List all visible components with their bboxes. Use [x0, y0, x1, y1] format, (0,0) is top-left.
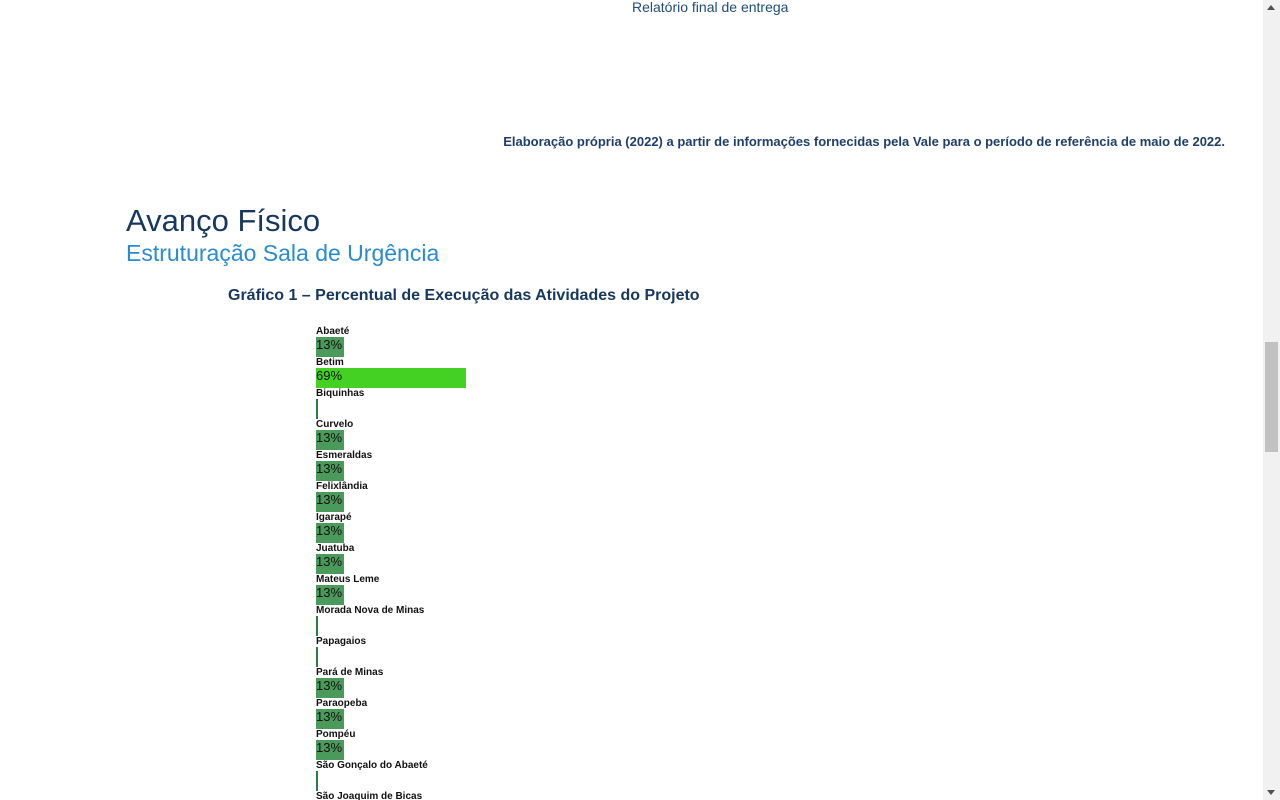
- chart-row: Felixlândia 13%: [316, 480, 716, 512]
- bar: [316, 616, 318, 636]
- report-page: Relatório final de entrega Elaboração pr…: [0, 0, 1280, 800]
- chart-row: Betim 69%: [316, 356, 716, 388]
- bar-value-label: 13%: [316, 461, 343, 476]
- chart-row: Papagaios: [316, 635, 716, 667]
- bar-category-label: Felixlândia: [316, 481, 368, 492]
- chart-row: Paraopeba 13%: [316, 697, 716, 729]
- bar-value-label: 13%: [316, 492, 343, 507]
- chart-row: São Gonçalo do Abaeté: [316, 759, 716, 791]
- bar-category-label: Igarapé: [316, 512, 352, 523]
- scroll-down-icon[interactable]: [1267, 790, 1275, 795]
- bar: [316, 399, 318, 419]
- bar-value-label: 13%: [316, 585, 343, 600]
- bar-value-label: 13%: [316, 554, 343, 569]
- execution-bar-chart: Abaeté 13% Betim 69% Biquinhas Curvelo 13% Esme…: [316, 325, 716, 800]
- chart-row: Pompéu 13%: [316, 728, 716, 760]
- bar-value-label: 13%: [316, 678, 343, 693]
- bar-value-label: 13%: [316, 337, 343, 352]
- section-title: Avanço Físico: [126, 203, 321, 238]
- chart-row: Abaeté 13%: [316, 325, 716, 357]
- bar-value-label: 13%: [316, 523, 343, 538]
- bar: [316, 771, 318, 791]
- chart-row: Morada Nova de Minas: [316, 604, 716, 636]
- bar-value-label: 13%: [316, 430, 343, 445]
- bar-value-label: 69%: [316, 368, 343, 383]
- bar-category-label: São Gonçalo do Abaeté: [316, 760, 428, 771]
- chart-row: Igarapé 13%: [316, 511, 716, 543]
- scroll-up-icon[interactable]: [1267, 5, 1275, 10]
- chart-title: Gráfico 1 – Percentual de Execução das A…: [228, 287, 700, 304]
- bar-category-label: Morada Nova de Minas: [316, 605, 425, 616]
- chart-row: Mateus Leme 13%: [316, 573, 716, 605]
- bar-value-label: 13%: [316, 740, 343, 755]
- bar-category-label: São Joaquim de Bicas: [316, 791, 423, 800]
- bar-category-label: Papagaios: [316, 636, 367, 647]
- chart-row: Biquinhas: [316, 387, 716, 419]
- bar-category-label: Juatuba: [316, 543, 355, 554]
- bar-category-label: Mateus Leme: [316, 574, 380, 585]
- bar-category-label: Esmeraldas: [316, 450, 373, 461]
- chart-row: São Joaquim de Bicas: [316, 790, 716, 800]
- scroll-thumb[interactable]: [1265, 342, 1278, 452]
- bar-category-label: Betim: [316, 357, 344, 368]
- bar-category-label: Pará de Minas: [316, 667, 384, 678]
- bar-category-label: Paraopeba: [316, 698, 368, 709]
- bar: [316, 647, 318, 667]
- bar-category-label: Abaeté: [316, 326, 350, 337]
- section-subtitle: Estruturação Sala de Urgência: [126, 240, 440, 266]
- bar-category-label: Pompéu: [316, 729, 356, 740]
- chart-row: Pará de Minas 13%: [316, 666, 716, 698]
- chart-row: Curvelo 13%: [316, 418, 716, 450]
- vertical-scrollbar[interactable]: [1263, 0, 1280, 800]
- chart-row: Esmeraldas 13%: [316, 449, 716, 481]
- source-note: Elaboração própria (2022) a partir de in…: [503, 134, 1225, 149]
- report-header-link[interactable]: Relatório final de entrega: [632, 0, 788, 15]
- bar-value-label: 13%: [316, 709, 343, 724]
- bar-category-label: Curvelo: [316, 419, 354, 430]
- bar-category-label: Biquinhas: [316, 388, 365, 399]
- chart-row: Juatuba 13%: [316, 542, 716, 574]
